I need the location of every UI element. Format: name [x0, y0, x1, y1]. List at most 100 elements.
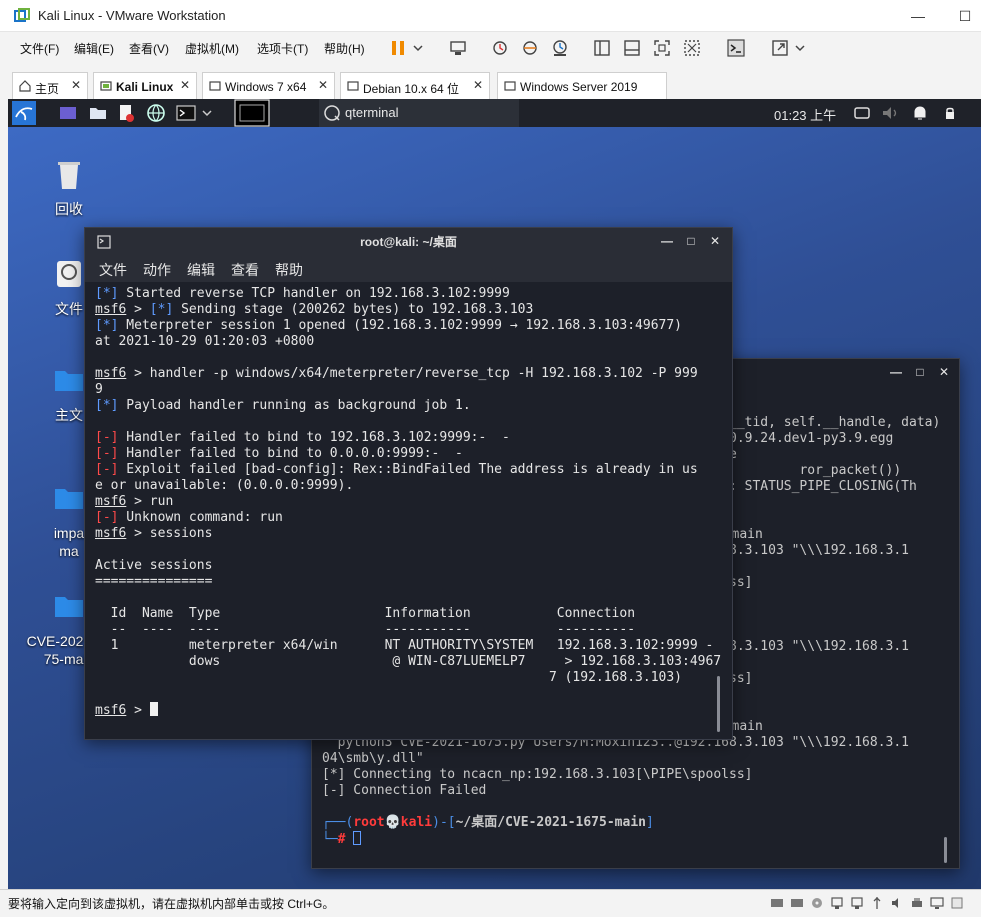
chevron-down-icon[interactable]	[412, 38, 424, 58]
terminal-launcher-icon[interactable]	[176, 103, 196, 123]
terminal-text: [-]	[95, 446, 119, 461]
terminal-text: [-]	[95, 462, 119, 477]
vmware-window: Kali Linux - VMware Workstation — ☐ 文件(F…	[0, 0, 981, 917]
workspace-switcher[interactable]	[234, 99, 270, 127]
unity-icon[interactable]	[682, 38, 702, 58]
display-icon[interactable]	[930, 896, 944, 910]
hard-disk-icon[interactable]	[770, 896, 784, 910]
printer-icon[interactable]	[910, 896, 924, 910]
show-desktop-icon[interactable]	[58, 103, 78, 123]
desktop-icon-trash[interactable]: 回收	[24, 157, 114, 218]
menu-tabs[interactable]: 选项卡(T)	[257, 40, 308, 57]
web-browser-icon[interactable]	[146, 103, 166, 123]
lock-screen-icon[interactable]	[940, 103, 960, 123]
close-icon[interactable]: ✕	[180, 78, 190, 92]
close-icon[interactable]: ✕	[71, 78, 81, 92]
desktop-icon-label: 回收	[55, 201, 83, 217]
terminal-text: 1 meterpreter x64/win NT AUTHORITY\SYSTE…	[95, 638, 714, 653]
sidebar-view-icon[interactable]	[592, 38, 612, 58]
tab-windows-server-2019[interactable]: Windows Server 2019	[497, 72, 667, 99]
menu-view[interactable]: 查看(V)	[129, 40, 169, 57]
terminal-menu-edit[interactable]: 编辑	[187, 260, 215, 280]
tab-windows-7[interactable]: Windows 7 x64 ✕	[202, 72, 335, 99]
terminal-text: Meterpreter session 1 opened (192.168.3.…	[118, 318, 683, 333]
stretch-dropdown-icon[interactable]	[794, 38, 806, 58]
snapshot-icon[interactable]	[490, 38, 510, 58]
text-editor-icon[interactable]	[116, 103, 136, 123]
terminal-line: Active sessions	[95, 558, 721, 574]
hard-disk-icon[interactable]	[790, 896, 804, 910]
terminal-text: Active sessions	[95, 558, 213, 573]
folder-icon	[55, 489, 83, 509]
chevron-down-icon[interactable]	[201, 103, 213, 123]
snapshot-manager-icon[interactable]	[550, 38, 570, 58]
terminal-text: Handler failed to bind to 192.168.3.102:…	[118, 430, 510, 445]
pause-icon[interactable]	[388, 38, 408, 58]
minimize-button[interactable]: —	[908, 6, 928, 26]
menu-edit[interactable]: 编辑(E)	[74, 40, 114, 57]
maximize-icon[interactable]: □	[684, 234, 698, 248]
usb-icon[interactable]	[870, 896, 884, 910]
send-ctrl-alt-del-icon[interactable]	[448, 38, 468, 58]
file-manager-icon[interactable]	[88, 103, 108, 123]
terminal-line: └─#	[322, 831, 940, 847]
terminal-output[interactable]: [*] Started reverse TCP handler on 192.1…	[95, 286, 721, 718]
fullscreen-icon[interactable]	[652, 38, 672, 58]
menu-file[interactable]: 文件(F)	[20, 40, 59, 57]
minimize-icon[interactable]: —	[889, 365, 903, 379]
message-log-icon[interactable]	[950, 896, 964, 910]
stretch-icon[interactable]	[770, 38, 790, 58]
kali-menu-icon[interactable]	[12, 101, 36, 125]
terminal-line: [*] Connecting to ncacn_np:192.168.3.103…	[322, 767, 940, 783]
terminal-text: > run	[126, 494, 174, 509]
cd-dvd-icon[interactable]	[810, 896, 824, 910]
menu-help[interactable]: 帮助(H)	[324, 40, 365, 57]
close-icon[interactable]: ✕	[708, 234, 722, 248]
terminal-menu-view[interactable]: 查看	[231, 260, 259, 280]
vm-icon	[504, 81, 516, 91]
terminal-scrollbar[interactable]	[717, 676, 720, 732]
volume-icon[interactable]	[880, 103, 900, 123]
menu-vm[interactable]: 虚拟机(M)	[185, 40, 239, 57]
sound-card-icon[interactable]	[890, 896, 904, 910]
terminal-text: ]	[645, 815, 654, 830]
menu-bar: 文件(F) 编辑(E) 查看(V) 虚拟机(M) 选项卡(T) 帮助(H)	[0, 33, 981, 63]
terminal-scrollbar[interactable]	[944, 837, 947, 863]
minimize-icon[interactable]: —	[660, 234, 674, 248]
maximize-icon[interactable]: □	[913, 365, 927, 379]
revert-snapshot-icon[interactable]	[520, 38, 540, 58]
console-view-icon[interactable]	[726, 38, 746, 58]
display-icon[interactable]	[852, 103, 872, 123]
clock[interactable]: 01:23 上午	[774, 105, 836, 124]
close-icon[interactable]: ✕	[937, 365, 951, 379]
terminal-line: msf6 > [*] Sending stage (200262 bytes) …	[95, 302, 721, 318]
tab-debian[interactable]: Debian 10.x 64 位 ✕	[340, 72, 490, 99]
tab-home[interactable]: 主页 ✕	[12, 72, 88, 99]
guest-display[interactable]: qterminal 01:23 上午 回收 文件 主文 impa ma CVE-…	[8, 99, 981, 889]
terminal-line: 9	[95, 382, 721, 398]
terminal-menu-help[interactable]: 帮助	[275, 260, 303, 280]
terminal-menu-action[interactable]: 动作	[143, 260, 171, 280]
thumbnail-view-icon[interactable]	[622, 38, 642, 58]
terminal-text: Started reverse TCP handler on 192.168.3…	[118, 286, 510, 301]
home-icon	[19, 80, 31, 92]
terminal-line: ===============	[95, 574, 721, 590]
network-icon[interactable]	[830, 896, 844, 910]
network-icon[interactable]	[850, 896, 864, 910]
terminal-text: > handler -p windows/x64/meterpreter/rev…	[126, 366, 698, 381]
terminal-text: Payload handler running as background jo…	[118, 398, 471, 413]
terminal-window-active[interactable]: root@kali: ~/桌面 — □ ✕ 文件 动作 编辑 查看 帮助 [*]…	[84, 227, 733, 740]
terminal-text: -- ---- ---- ----------- ----------	[95, 622, 636, 637]
terminal-line: ┌──(root💀kali)-[~/桌面/CVE-2021-1675-main]	[322, 815, 940, 831]
taskbar-item-qterminal[interactable]: qterminal	[319, 99, 519, 127]
tab-kali-linux[interactable]: Kali Linux ✕	[93, 72, 197, 99]
close-icon[interactable]: ✕	[473, 78, 483, 92]
terminal-line: msf6 >	[95, 702, 721, 718]
notification-bell-icon[interactable]	[910, 103, 930, 123]
terminal-menu-file[interactable]: 文件	[99, 260, 127, 280]
terminal-title-bar[interactable]: root@kali: ~/桌面 — □ ✕	[85, 228, 732, 256]
close-icon[interactable]: ✕	[318, 78, 328, 92]
maximize-button[interactable]: ☐	[955, 6, 975, 26]
